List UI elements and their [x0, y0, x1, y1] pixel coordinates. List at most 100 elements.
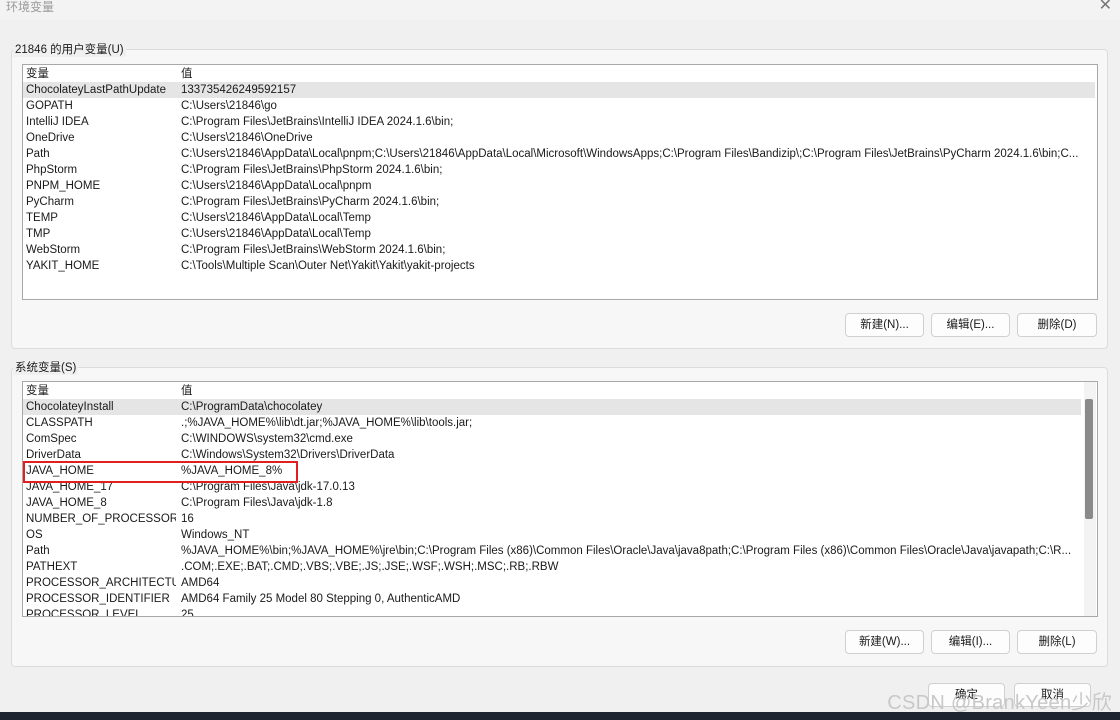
variable-value: C:\Program Files\Java\jdk-1.8	[181, 497, 333, 509]
header-variable[interactable]: 变量	[26, 66, 176, 82]
vertical-scrollbar[interactable]	[1084, 382, 1096, 616]
table-row[interactable]: PROCESSOR_LEVEL 25	[23, 607, 1081, 617]
table-row[interactable]: YAKIT_HOME C:\Tools\Multiple Scan\Outer N…	[23, 258, 1095, 274]
variable-value: .;%JAVA_HOME%\lib\dt.jar;%JAVA_HOME%\lib…	[181, 417, 473, 429]
variable-value: C:\Program Files\Java\jdk-17.0.13	[181, 481, 355, 493]
variable-value: %JAVA_HOME%\bin;%JAVA_HOME%\jre\bin;C:\P…	[181, 545, 1072, 557]
variable-name: IntelliJ IDEA	[26, 116, 89, 128]
variable-name: CLASSPATH	[26, 417, 93, 429]
table-row[interactable]: TMP C:\Users\21846\AppData\Local\Temp	[23, 226, 1095, 242]
variable-name: OneDrive	[26, 132, 75, 144]
user-variables-label: 21846 的用户变量(U)	[13, 41, 126, 57]
table-row[interactable]: CLASSPATH .;%JAVA_HOME%\lib\dt.jar;%JAVA_…	[23, 415, 1081, 431]
variable-value: AMD64	[181, 577, 220, 589]
table-row[interactable]: PhpStorm C:\Program Files\JetBrains\PhpSt…	[23, 162, 1095, 178]
window-title: 环境变量	[6, 0, 55, 14]
variable-name: PyCharm	[26, 196, 74, 208]
table-row[interactable]: PNPM_HOME C:\Users\21846\AppData\Local\pn…	[23, 178, 1095, 194]
variable-name: PNPM_HOME	[26, 180, 101, 192]
variable-value: .COM;.EXE;.BAT;.CMD;.VBS;.VBE;.JS;.JSE;.…	[181, 561, 559, 573]
variable-value: C:\Program Files\JetBrains\PhpStorm 2024…	[181, 164, 443, 176]
variable-name: WebStorm	[26, 244, 81, 256]
variable-name: Path	[26, 545, 50, 557]
title-bar: 环境变量 ✕	[0, 0, 1120, 20]
variable-name: DriverData	[26, 449, 81, 461]
user-delete-button[interactable]: 删除(D)	[1017, 313, 1097, 337]
variable-value: AMD64 Family 25 Model 80 Stepping 0, Aut…	[181, 593, 461, 605]
variable-name: PROCESSOR_IDENTIFIER	[26, 593, 170, 605]
table-row[interactable]: OS Windows_NT	[23, 527, 1081, 543]
table-row[interactable]: DriverData C:\Windows\System32\Drivers\Dr…	[23, 447, 1081, 463]
variable-value: C:\Tools\Multiple Scan\Outer Net\Yakit\Y…	[181, 260, 475, 272]
list-header: 变量 值	[23, 383, 1085, 399]
table-row[interactable]: PROCESSOR_ARCHITECTU... AMD64	[23, 575, 1081, 591]
variable-name: ComSpec	[26, 433, 77, 445]
variable-value: C:\Program Files\JetBrains\PyCharm 2024.…	[181, 196, 440, 208]
variable-name: PROCESSOR_LEVEL	[26, 609, 142, 617]
variable-value: C:\ProgramData\chocolatey	[181, 401, 323, 413]
variable-name: YAKIT_HOME	[26, 260, 100, 272]
variable-name: NUMBER_OF_PROCESSORS	[26, 513, 176, 525]
table-row[interactable]: TEMP C:\Users\21846\AppData\Local\Temp	[23, 210, 1095, 226]
table-row[interactable]: PyCharm C:\Program Files\JetBrains\PyChar…	[23, 194, 1095, 210]
table-row[interactable]: Path C:\Users\21846\AppData\Local\pnpm;C:…	[23, 146, 1095, 162]
table-row[interactable]: JAVA_HOME_8 C:\Program Files\Java\jdk-1.8	[23, 495, 1081, 511]
table-row[interactable]: JAVA_HOME %JAVA_HOME_8%	[23, 463, 1081, 479]
variable-name: JAVA_HOME_8	[26, 497, 107, 509]
scrollbar-thumb[interactable]	[1085, 399, 1093, 519]
variable-value: C:\Users\21846\AppData\Local\Temp	[181, 212, 371, 224]
variable-name: TEMP	[26, 212, 58, 224]
table-row[interactable]: ChocolateyInstall C:\ProgramData\chocolat…	[23, 399, 1081, 415]
close-icon[interactable]: ✕	[1099, 0, 1112, 14]
header-variable[interactable]: 变量	[26, 383, 176, 399]
variable-value: Windows_NT	[181, 529, 250, 541]
variable-value: C:\Users\21846\go	[181, 100, 277, 112]
header-value[interactable]: 值	[181, 66, 1091, 82]
taskbar	[0, 712, 1120, 720]
variable-name: ChocolateyLastPathUpdate	[26, 84, 167, 96]
table-row[interactable]: OneDrive C:\Users\21846\OneDrive	[23, 130, 1095, 146]
table-row[interactable]: PROCESSOR_IDENTIFIER AMD64 Family 25 Mode…	[23, 591, 1081, 607]
table-row[interactable]: ChocolateyLastPathUpdate 1337354262495921…	[23, 82, 1095, 98]
variable-value: C:\Users\21846\AppData\Local\Temp	[181, 228, 371, 240]
table-row[interactable]: ComSpec C:\WINDOWS\system32\cmd.exe	[23, 431, 1081, 447]
table-row[interactable]: PATHEXT .COM;.EXE;.BAT;.CMD;.VBS;.VBE;.JS…	[23, 559, 1081, 575]
variable-name: GOPATH	[26, 100, 73, 112]
variable-value: C:\Windows\System32\Drivers\DriverData	[181, 449, 395, 461]
header-value[interactable]: 值	[181, 383, 1079, 399]
variable-value: C:\Users\21846\AppData\Local\pnpm;C:\Use…	[181, 148, 1079, 160]
variable-value: C:\Users\21846\OneDrive	[181, 132, 313, 144]
variable-value: C:\Users\21846\AppData\Local\pnpm	[181, 180, 372, 192]
table-row[interactable]: JAVA_HOME_17 C:\Program Files\Java\jdk-17…	[23, 479, 1081, 495]
variable-name: JAVA_HOME_17	[26, 481, 114, 493]
variable-value: 25	[181, 609, 194, 617]
variable-name: OS	[26, 529, 43, 541]
user-variables-list[interactable]: 变量 值 ChocolateyLastPathUpdate 13373542624…	[22, 64, 1098, 300]
table-row[interactable]: IntelliJ IDEA C:\Program Files\JetBrains\…	[23, 114, 1095, 130]
variable-value: C:\Program Files\JetBrains\IntelliJ IDEA…	[181, 116, 454, 128]
table-row[interactable]: WebStorm C:\Program Files\JetBrains\WebSt…	[23, 242, 1095, 258]
system-edit-button[interactable]: 编辑(I)...	[931, 630, 1010, 654]
variable-name: PhpStorm	[26, 164, 78, 176]
variable-value: C:\WINDOWS\system32\cmd.exe	[181, 433, 353, 445]
table-row[interactable]: GOPATH C:\Users\21846\go	[23, 98, 1095, 114]
variable-value: %JAVA_HOME_8%	[181, 465, 283, 477]
csdn-watermark: CSDN @BrankYeen少欣	[887, 692, 1112, 714]
system-variables-label: 系统变量(S)	[13, 359, 79, 375]
variable-name: Path	[26, 148, 50, 160]
variable-name: PATHEXT	[26, 561, 78, 573]
variable-name: PROCESSOR_ARCHITECTU...	[26, 577, 176, 589]
variable-name: TMP	[26, 228, 51, 240]
table-row[interactable]: Path %JAVA_HOME%\bin;%JAVA_HOME%\jre\bin;…	[23, 543, 1081, 559]
list-header: 变量 值	[23, 66, 1097, 82]
user-edit-button[interactable]: 编辑(E)...	[931, 313, 1010, 337]
user-new-button[interactable]: 新建(N)...	[845, 313, 924, 337]
variable-name: JAVA_HOME	[26, 465, 94, 477]
variable-value: C:\Program Files\JetBrains\WebStorm 2024…	[181, 244, 446, 256]
variable-name: ChocolateyInstall	[26, 401, 114, 413]
system-variables-list[interactable]: 变量 值 ChocolateyInstall C:\ProgramData\cho…	[22, 381, 1098, 617]
system-new-button[interactable]: 新建(W)...	[845, 630, 924, 654]
table-row[interactable]: NUMBER_OF_PROCESSORS 16	[23, 511, 1081, 527]
system-delete-button[interactable]: 删除(L)	[1017, 630, 1097, 654]
variable-value: 133735426249592157	[181, 84, 297, 96]
